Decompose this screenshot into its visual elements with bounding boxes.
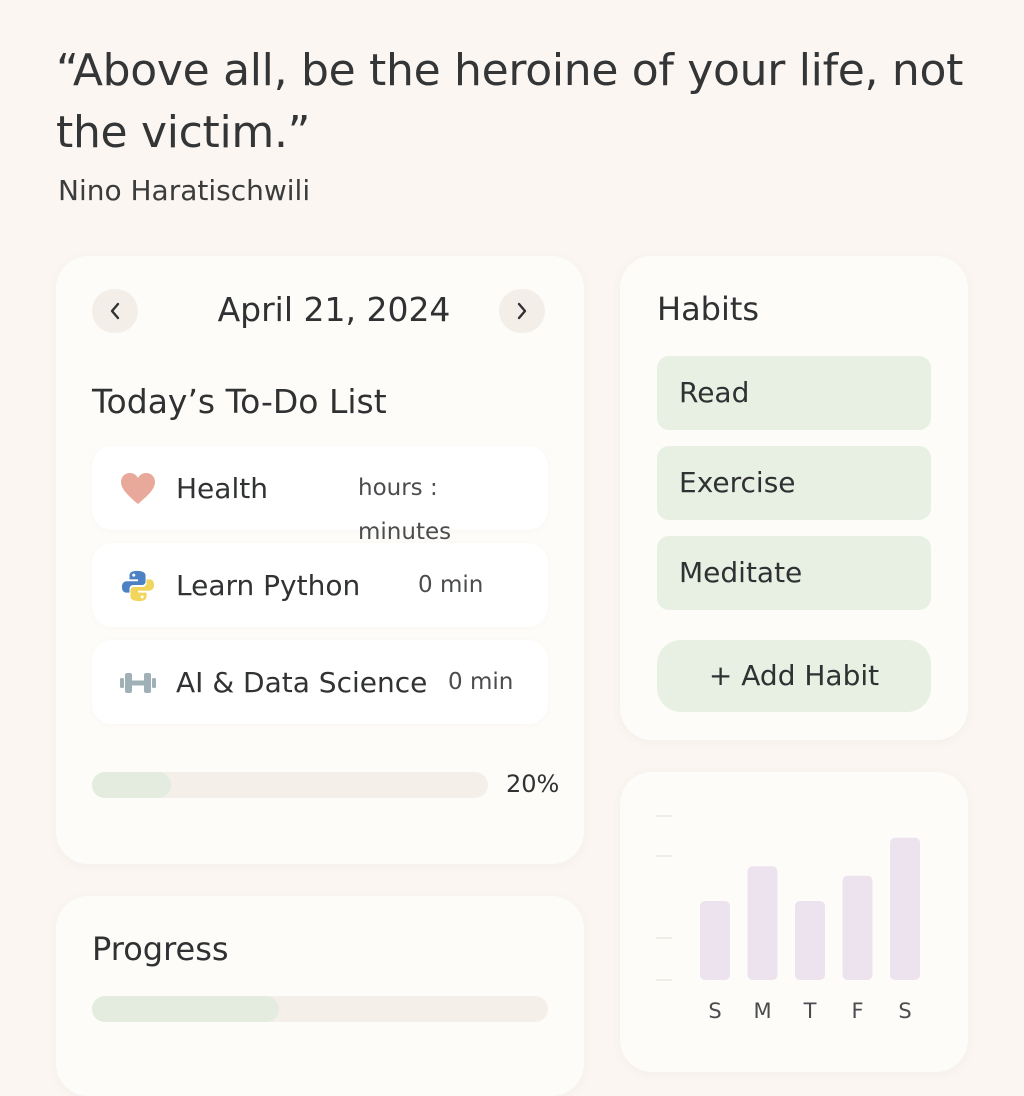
time-input[interactable]: 0 min (436, 660, 526, 704)
chart-tick-label: S (708, 999, 721, 1023)
todo-item-label: Health (176, 472, 268, 505)
progress-title: Progress (92, 930, 229, 968)
progress-card: Progress (56, 896, 584, 1096)
daily-progress-percent: 20% (506, 770, 560, 798)
chart-tick-label: M (753, 999, 771, 1023)
chart-bar (795, 901, 825, 980)
add-habit-button[interactable]: + Add Habit (657, 640, 931, 712)
current-date: April 21, 2024 (217, 290, 451, 329)
prev-day-button[interactable] (92, 289, 138, 333)
daily-progress-bar (92, 772, 488, 798)
weekly-bar-chart: SMTFS (656, 815, 920, 1023)
habits-title: Habits (657, 290, 760, 328)
daily-progress-fill (92, 772, 172, 798)
habit-meditate[interactable]: Meditate (657, 536, 931, 610)
chart-bar (842, 875, 873, 980)
todo-item-python[interactable]: Learn Python 0 min (92, 543, 548, 627)
python-icon (121, 570, 155, 602)
dumbbell-icon (120, 673, 156, 693)
todo-list-title: Today’s To-Do List (92, 382, 387, 421)
habit-read[interactable]: Read (657, 356, 931, 430)
chart-tick-label: T (803, 999, 817, 1023)
chevron-left-icon (110, 302, 120, 320)
todo-item-label: Learn Python (176, 569, 361, 602)
todo-item-health[interactable]: Health hours : minutes (92, 446, 548, 545)
todo-item-ai-data-science[interactable]: AI & Data Science 0 min (92, 640, 548, 724)
todo-card: April 21, 2024 Today’s To-Do List Health… (56, 256, 584, 864)
chart-bar (700, 901, 730, 980)
quote-text: “Above all, be the heroine of your life,… (56, 45, 964, 158)
habit-exercise[interactable]: Exercise (657, 446, 931, 520)
quote-author: Nino Haratischwili (58, 174, 311, 207)
chevron-right-icon (517, 302, 527, 320)
chart-bar (890, 837, 920, 980)
habits-card: Habits Read Exercise Meditate + Add Habi… (620, 256, 968, 740)
next-day-button[interactable] (499, 289, 545, 333)
overall-progress-bar (92, 996, 548, 1022)
overall-progress-fill (92, 996, 279, 1022)
chart-tick-label: F (851, 999, 863, 1023)
chart-tick-label: S (898, 999, 911, 1023)
todo-item-label: AI & Data Science (176, 666, 428, 699)
weekly-chart-card: SMTFS (620, 772, 968, 1072)
time-input[interactable]: hours : minutes (346, 466, 548, 545)
heart-icon (121, 473, 155, 504)
chart-bar (747, 866, 778, 980)
time-input[interactable]: 0 min (406, 563, 496, 607)
